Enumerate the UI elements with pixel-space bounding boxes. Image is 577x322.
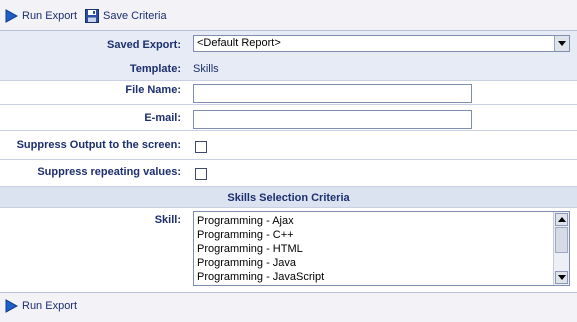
template-label: Template:: [129, 63, 181, 75]
list-item[interactable]: Programming - C++: [194, 228, 553, 242]
suppress-repeating-row: Suppress repeating values:: [0, 160, 577, 186]
scroll-up-icon[interactable]: [555, 213, 568, 226]
scroll-thumb[interactable]: [555, 227, 568, 253]
email-label: E-mail:: [144, 112, 181, 124]
file-name-input[interactable]: [193, 84, 472, 103]
suppress-repeating-checkbox[interactable]: [195, 168, 207, 180]
footer-bar: Run Export: [0, 292, 577, 322]
floppy-disk-icon: [85, 9, 99, 23]
run-export-button[interactable]: Run Export: [5, 8, 77, 24]
skill-listbox[interactable]: Programming - Ajax Programming - C++ Pro…: [193, 211, 570, 286]
footer-run-export-button[interactable]: Run Export: [5, 298, 77, 314]
list-item[interactable]: Programming - JavaScript: [194, 270, 553, 284]
email-row: E-mail:: [0, 105, 577, 131]
skill-list: Programming - Ajax Programming - C++ Pro…: [194, 214, 553, 284]
file-name-row: File Name:: [0, 81, 577, 105]
suppress-output-checkbox[interactable]: [195, 141, 207, 153]
play-icon: [5, 9, 18, 23]
save-criteria-button[interactable]: Save Criteria: [85, 8, 167, 24]
suppress-output-label: Suppress Output to the screen:: [16, 139, 181, 151]
saved-export-label: Saved Export:: [107, 39, 181, 51]
saved-export-value: <Default Report>: [197, 37, 281, 49]
list-item[interactable]: Programming - HTML: [194, 242, 553, 256]
scroll-down-icon[interactable]: [555, 271, 568, 284]
play-icon: [5, 299, 18, 313]
suppress-output-row: Suppress Output to the screen:: [0, 131, 577, 160]
skill-label: Skill:: [154, 214, 181, 226]
toolbar: Run Export Save Criteria: [0, 0, 577, 31]
email-input[interactable]: [193, 110, 472, 129]
suppress-repeating-label: Suppress repeating values:: [37, 166, 181, 178]
saved-export-row: Saved Export: <Default Report>: [0, 31, 577, 57]
skills-criteria-header: Skills Selection Criteria: [0, 186, 577, 208]
template-value: Skills: [193, 63, 219, 75]
listbox-scrollbar[interactable]: [553, 212, 569, 285]
list-item[interactable]: Programming - Ajax: [194, 214, 553, 228]
saved-export-select[interactable]: <Default Report>: [193, 35, 570, 52]
save-criteria-label: Save Criteria: [103, 10, 167, 22]
footer-run-export-label: Run Export: [22, 300, 78, 312]
chevron-down-icon[interactable]: [554, 36, 569, 51]
file-name-label: File Name:: [125, 84, 181, 96]
template-row: Template: Skills: [0, 57, 577, 81]
run-export-label: Run Export: [22, 10, 78, 22]
list-item[interactable]: Programming - Java: [194, 256, 553, 270]
